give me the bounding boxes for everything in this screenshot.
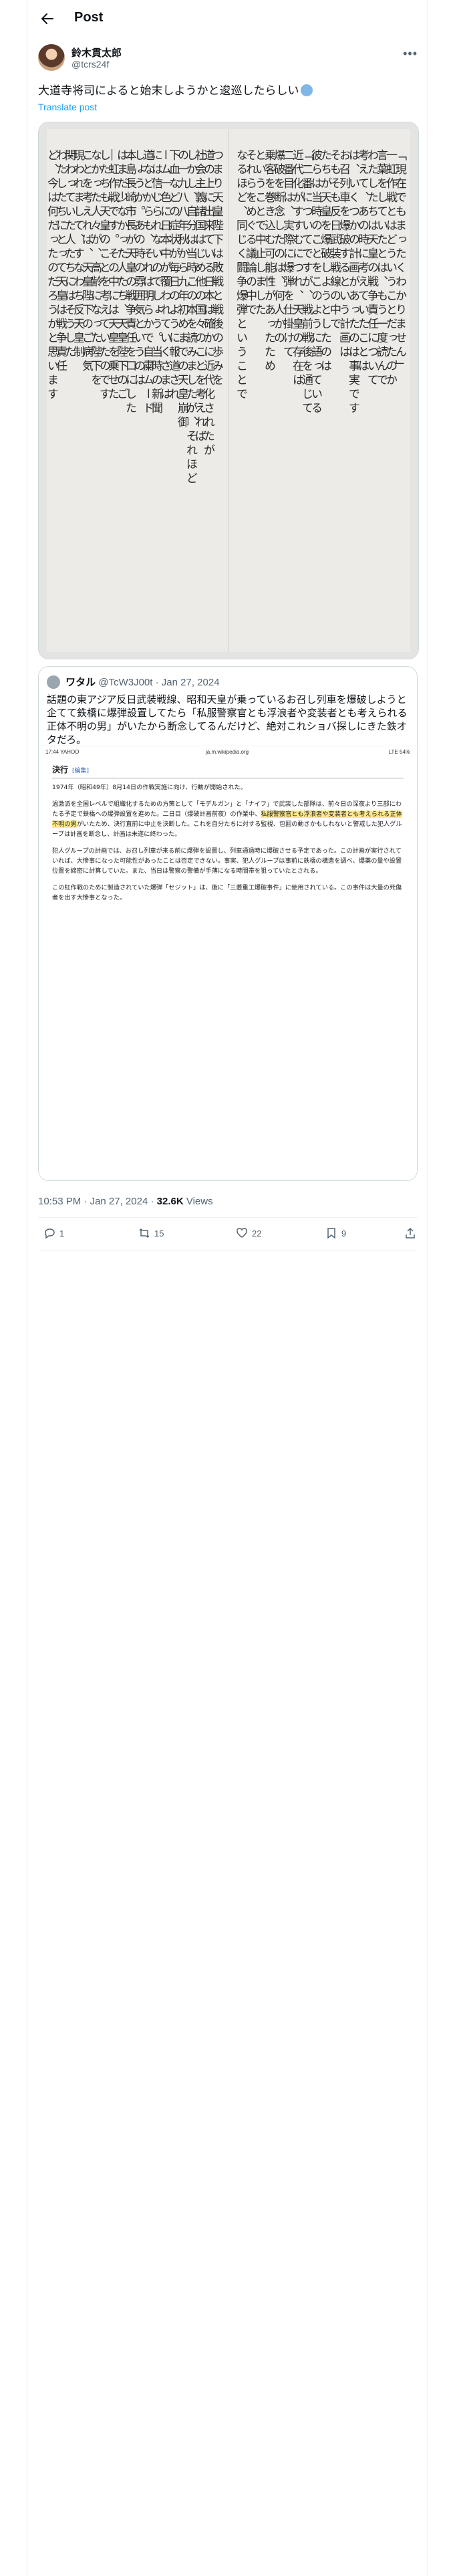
- author-name[interactable]: 鈴木貫太郎: [71, 45, 122, 60]
- quoted-author-handle: @TcW3J00t: [98, 677, 153, 688]
- book-page-image[interactable]: つまり天皇陛下は敗戦と戦後の歩みを 道の上に出来ている日本は確かに近代化されたが社…: [38, 122, 419, 659]
- author-row: 鈴木貫太郎 @tcrs24f •••: [38, 43, 418, 75]
- bookmark-icon: [327, 1228, 335, 1239]
- wiki-section-title: 決行: [52, 765, 69, 774]
- top-bar: Post: [27, 0, 428, 37]
- like-count: 22: [252, 1228, 262, 1239]
- action-bar: 1 15 22 9: [38, 1218, 418, 1250]
- status-battery: LTE 54%: [388, 749, 410, 755]
- reply-icon: [45, 1228, 55, 1239]
- views-count: 32.6K: [156, 1196, 184, 1207]
- like-button[interactable]: 22: [236, 1227, 261, 1239]
- quoted-post-header: ワタル @TcW3J00t · Jan 27, 2024: [47, 675, 220, 689]
- reply-button[interactable]: 1: [43, 1227, 64, 1239]
- book-page-scan: つまり天皇陛下は敗戦と戦後の歩みを道の上に出来ている日本は確かに近代化されたが社…: [39, 122, 418, 659]
- translate-link[interactable]: Translate post: [38, 102, 97, 112]
- share-icon: [406, 1227, 415, 1239]
- bookmark-count: 9: [341, 1228, 347, 1239]
- repost-icon: [139, 1228, 150, 1239]
- thinking-emoji-icon: [300, 84, 313, 96]
- share-button[interactable]: [404, 1227, 420, 1239]
- wiki-highlight: 私服警察官とも浮浪者や変装者とも考えられる正体不明の男: [52, 811, 402, 828]
- post-meta: 10:53 PM · Jan 27, 2024 · 32.6K Views: [38, 1196, 213, 1207]
- tweet-text: 大道寺将司によると始末しようかと逡巡したらしい: [38, 83, 418, 99]
- wiki-paragraph-3: 犯人グループの計画では、お召し列車が来る前に爆弾を設置し、列車通過時に爆破させる…: [52, 847, 402, 875]
- post-date[interactable]: Jan 27, 2024: [90, 1196, 148, 1207]
- quoted-post[interactable]: ワタル @TcW3J00t · Jan 27, 2024 話題の東アジア反日武装…: [38, 666, 418, 1181]
- wiki-edit-link: [編集]: [72, 768, 90, 774]
- quoted-author-name: ワタル: [65, 677, 96, 688]
- post-column: Post 鈴木貫太郎 @tcrs24f ••• 大道寺将司によると始末しようかと…: [27, 0, 428, 2576]
- status-time: 17:44 YAHOO: [45, 749, 80, 755]
- page-title: Post: [74, 10, 104, 25]
- divider: [38, 1250, 418, 1251]
- avatar[interactable]: [38, 44, 65, 71]
- book-left-column: ど、今は何だったのだろうかと思います: [45, 149, 59, 402]
- heart-icon: [237, 1228, 247, 1238]
- wiki-section-heading: 決行 [編集]: [52, 764, 404, 778]
- quoted-screenshot[interactable]: 17:44 YAHOO ja.m.wikipedia.org LTE 54% 決…: [39, 746, 417, 1180]
- views-label: Views: [186, 1196, 213, 1207]
- back-arrow-icon: [41, 13, 53, 24]
- wiki-article: 決行 [編集] 1974年（昭和49年）8月14日の作戦実施に向け、行動が開始され…: [52, 764, 404, 909]
- author-handle[interactable]: @tcrs24f: [71, 59, 109, 70]
- more-options-icon[interactable]: •••: [403, 47, 418, 61]
- book-right-column: なるほど、同じく闘争爆弾ということで: [234, 149, 248, 402]
- quoted-date: Jan 27, 2024: [161, 677, 220, 688]
- repost-button[interactable]: 15: [138, 1227, 164, 1239]
- quoted-avatar: [47, 675, 60, 689]
- status-url: ja.m.wikipedia.org: [206, 749, 249, 755]
- wiki-paragraph-1: 1974年（昭和49年）8月14日の作戦実施に向け、行動が開始された。: [52, 784, 247, 791]
- bookmark-button[interactable]: 9: [325, 1227, 346, 1239]
- back-button[interactable]: [37, 8, 58, 29]
- quoted-text: 話題の東アジア反日武装戦線、昭和天皇が乗っているお召し列車を爆破しようと企てて鉄…: [47, 694, 408, 746]
- wiki-paragraph-2-text: 過激派を全国レベルで組織化するための方策として「モデルガン」と「ナイフ」で武装し…: [52, 800, 402, 838]
- tweet-text-content: 大道寺将司によると始末しようかと逡巡したらしい: [38, 84, 299, 97]
- wiki-paragraph-2: 過激派を全国レベルで組織化するための方策として「モデルガン」と「ナイフ」で武装し…: [52, 799, 404, 839]
- phone-status-bar: 17:44 YAHOO ja.m.wikipedia.org LTE 54%: [45, 749, 410, 757]
- wiki-paragraph-4: この虹作戦のために製造されていた爆弾「セジット」は、後に「三菱重工爆破事件」に使…: [52, 884, 402, 901]
- post-time[interactable]: 10:53 PM: [38, 1196, 81, 1207]
- reply-count: 1: [59, 1228, 65, 1239]
- repost-count: 15: [154, 1228, 164, 1239]
